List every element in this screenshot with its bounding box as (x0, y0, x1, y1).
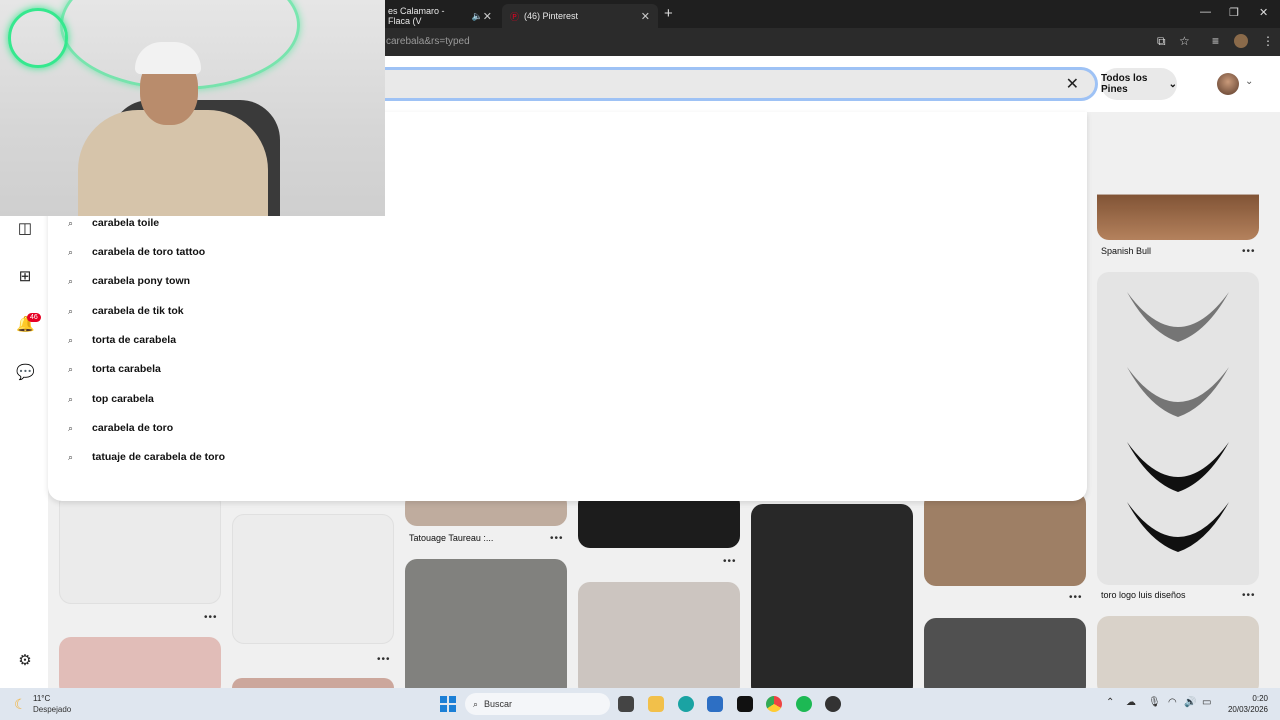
restore-icon[interactable]: ❐ (1229, 6, 1239, 19)
file-explorer-icon[interactable] (648, 696, 664, 712)
search-icon: ⌕ (68, 246, 74, 257)
chrome-icon[interactable] (766, 696, 782, 712)
wifi-icon[interactable]: ◠ (1168, 697, 1177, 708)
suggestion-item[interactable]: ⌕ carabela toile (68, 213, 159, 233)
tab-pinterest[interactable]: Ⓟ (46) Pinterest ✕ (502, 4, 658, 28)
install-icon[interactable]: ⧉ (1157, 34, 1166, 49)
notification-badge: 46 (27, 313, 41, 322)
store-icon[interactable] (707, 696, 723, 712)
temperature: 11°C (33, 694, 51, 703)
chevron-down-icon: ⌄ (1168, 78, 1177, 90)
bookmark-star-icon[interactable]: ☆ (1179, 34, 1190, 48)
suggestion-item[interactable]: ⌕ torta de carabela (68, 330, 176, 350)
neon-smiley-sign (8, 8, 68, 68)
cloud-icon[interactable]: ☁ (1126, 697, 1136, 708)
suggestion-item[interactable]: ⌕ carabela de tik tok (68, 301, 184, 321)
system-clock[interactable]: 0:20 20/03/2026 (1228, 693, 1268, 715)
search-icon: ⌕ (68, 363, 74, 374)
settings-gear-icon[interactable]: ⚙ (16, 652, 34, 670)
suggestion-item[interactable]: ⌕ carabela de toro (68, 418, 173, 438)
spotify-icon[interactable] (796, 696, 812, 712)
new-tab-button[interactable]: + (664, 5, 673, 22)
weather-description: Despejado (33, 705, 72, 714)
media-control-icon[interactable]: ≡ (1212, 34, 1219, 48)
webcam-overlay (0, 0, 385, 216)
search-input[interactable]: ✕ (385, 67, 1098, 101)
taskbar-search[interactable]: ⌕ Buscar (465, 693, 610, 715)
suggestion-item[interactable]: ⌕ torta carabela (68, 359, 161, 379)
speaker-icon: 🔈 (471, 10, 483, 21)
search-icon: ⌕ (68, 305, 74, 316)
suggestion-item[interactable]: ⌕ carabela de toro tattoo (68, 242, 205, 262)
close-tab-icon[interactable]: ✕ (641, 10, 650, 23)
suggestion-item[interactable]: ⌕ top carabela (68, 389, 154, 409)
volume-icon[interactable]: 🔊 (1184, 697, 1196, 708)
tray-chevron-icon[interactable]: ⌃ (1106, 697, 1114, 708)
search-icon: ⌕ (68, 451, 74, 462)
obs-icon[interactable] (825, 696, 841, 712)
avatar[interactable] (1217, 73, 1239, 95)
task-view-icon[interactable] (618, 696, 634, 712)
menu-kebab-icon[interactable]: ⋮ (1262, 34, 1274, 48)
pinterest-icon: Ⓟ (510, 11, 520, 22)
tab-title: (46) Pinterest (524, 11, 579, 21)
start-button[interactable] (440, 696, 456, 712)
minimize-icon[interactable]: — (1200, 6, 1211, 18)
taskbar-search-label: Buscar (484, 699, 513, 709)
url-field[interactable]: carebala&rs=typed (386, 36, 470, 47)
moon-weather-icon[interactable]: ☾ (14, 696, 27, 713)
account-chevron-icon[interactable]: ⌄ (1245, 76, 1253, 87)
create-icon[interactable]: ⊞ (16, 268, 34, 286)
close-window-icon[interactable]: ✕ (1259, 6, 1268, 19)
messages-icon[interactable]: 💬 (16, 364, 35, 382)
search-icon: ⌕ (68, 422, 74, 433)
clock-date: 20/03/2026 (1227, 705, 1268, 714)
microphone-icon[interactable]: 🎙 (1148, 697, 1161, 708)
clear-search-icon[interactable]: ✕ (1066, 74, 1079, 94)
search-icon: ⌕ (68, 393, 74, 404)
search-icon: ⌕ (473, 698, 479, 709)
search-icon: ⌕ (68, 334, 74, 345)
windows-taskbar: ☾ 11°C Despejado ⌕ Buscar ⌃ ☁ 🎙 ◠ 🔊 ▭ 0:… (0, 688, 1280, 720)
boards-icon[interactable]: ◫ (16, 220, 34, 238)
browser-profile-avatar[interactable] (1234, 34, 1248, 48)
tab-music[interactable]: es Calamaro - Flaca (V 🔈 ✕ (380, 4, 500, 28)
filter-label: Todos los Pines (1101, 73, 1148, 95)
clock-time: 0:20 (1252, 694, 1268, 703)
battery-icon[interactable]: ▭ (1202, 697, 1211, 708)
suggestion-item[interactable]: ⌕ carabela pony town (68, 271, 190, 291)
person-hoodie (78, 110, 268, 216)
search-icon: ⌕ (68, 217, 74, 228)
search-icon: ⌕ (68, 275, 74, 286)
close-tab-icon[interactable]: ✕ (483, 10, 492, 23)
yandex-icon[interactable] (737, 696, 753, 712)
suggestion-item[interactable]: ⌕ tatuaje de carabela de toro (68, 447, 225, 467)
edge-icon[interactable] (678, 696, 694, 712)
tab-title: es Calamaro - Flaca (V (388, 6, 445, 26)
pin-filter-dropdown[interactable]: Todos los Pines ⌄ (1101, 68, 1177, 100)
